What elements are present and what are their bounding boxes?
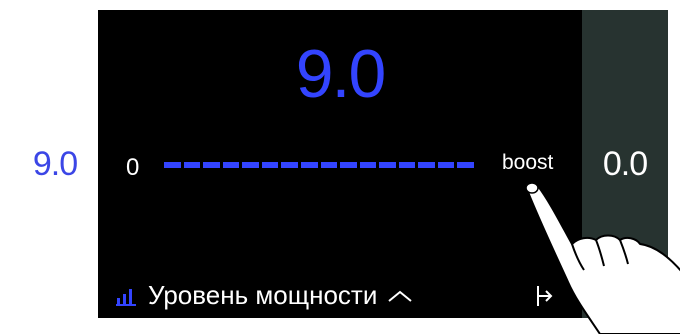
- power-bar-segment: [281, 162, 298, 168]
- power-bar-segment: [242, 162, 259, 168]
- left-cooking-zone[interactable]: 9.0: [12, 10, 98, 318]
- power-scale-min-label: 0: [126, 154, 140, 181]
- power-bar-segment: [164, 162, 181, 168]
- power-bar-segment: [183, 162, 201, 168]
- power-bar-segment: [222, 162, 240, 168]
- power-bar-segment: [340, 162, 357, 168]
- power-bar-segment: [437, 162, 455, 168]
- power-level-menu[interactable]: Уровень мощности: [116, 280, 413, 311]
- power-bar-segment: [203, 162, 220, 168]
- power-bar-segment: [300, 162, 318, 168]
- active-zone-power-value: 9.0: [295, 36, 387, 112]
- power-bar-segment: [379, 162, 396, 168]
- power-bar-segment: [457, 162, 474, 168]
- chevron-up-icon: [388, 290, 412, 302]
- power-bar-segment: [418, 162, 435, 168]
- power-bar-segment: [398, 162, 416, 168]
- power-bar-segment: [261, 162, 279, 168]
- power-level-bars-icon: [116, 288, 136, 306]
- power-level-slider[interactable]: [164, 160, 474, 170]
- power-bar-segment: [359, 162, 377, 168]
- pointing-hand-icon: [524, 181, 680, 334]
- boost-button[interactable]: boost: [502, 151, 553, 175]
- left-zone-power-value: 9.0: [32, 144, 78, 183]
- power-level-label: Уровень мощности: [148, 280, 378, 310]
- power-bar-segment: [320, 162, 338, 168]
